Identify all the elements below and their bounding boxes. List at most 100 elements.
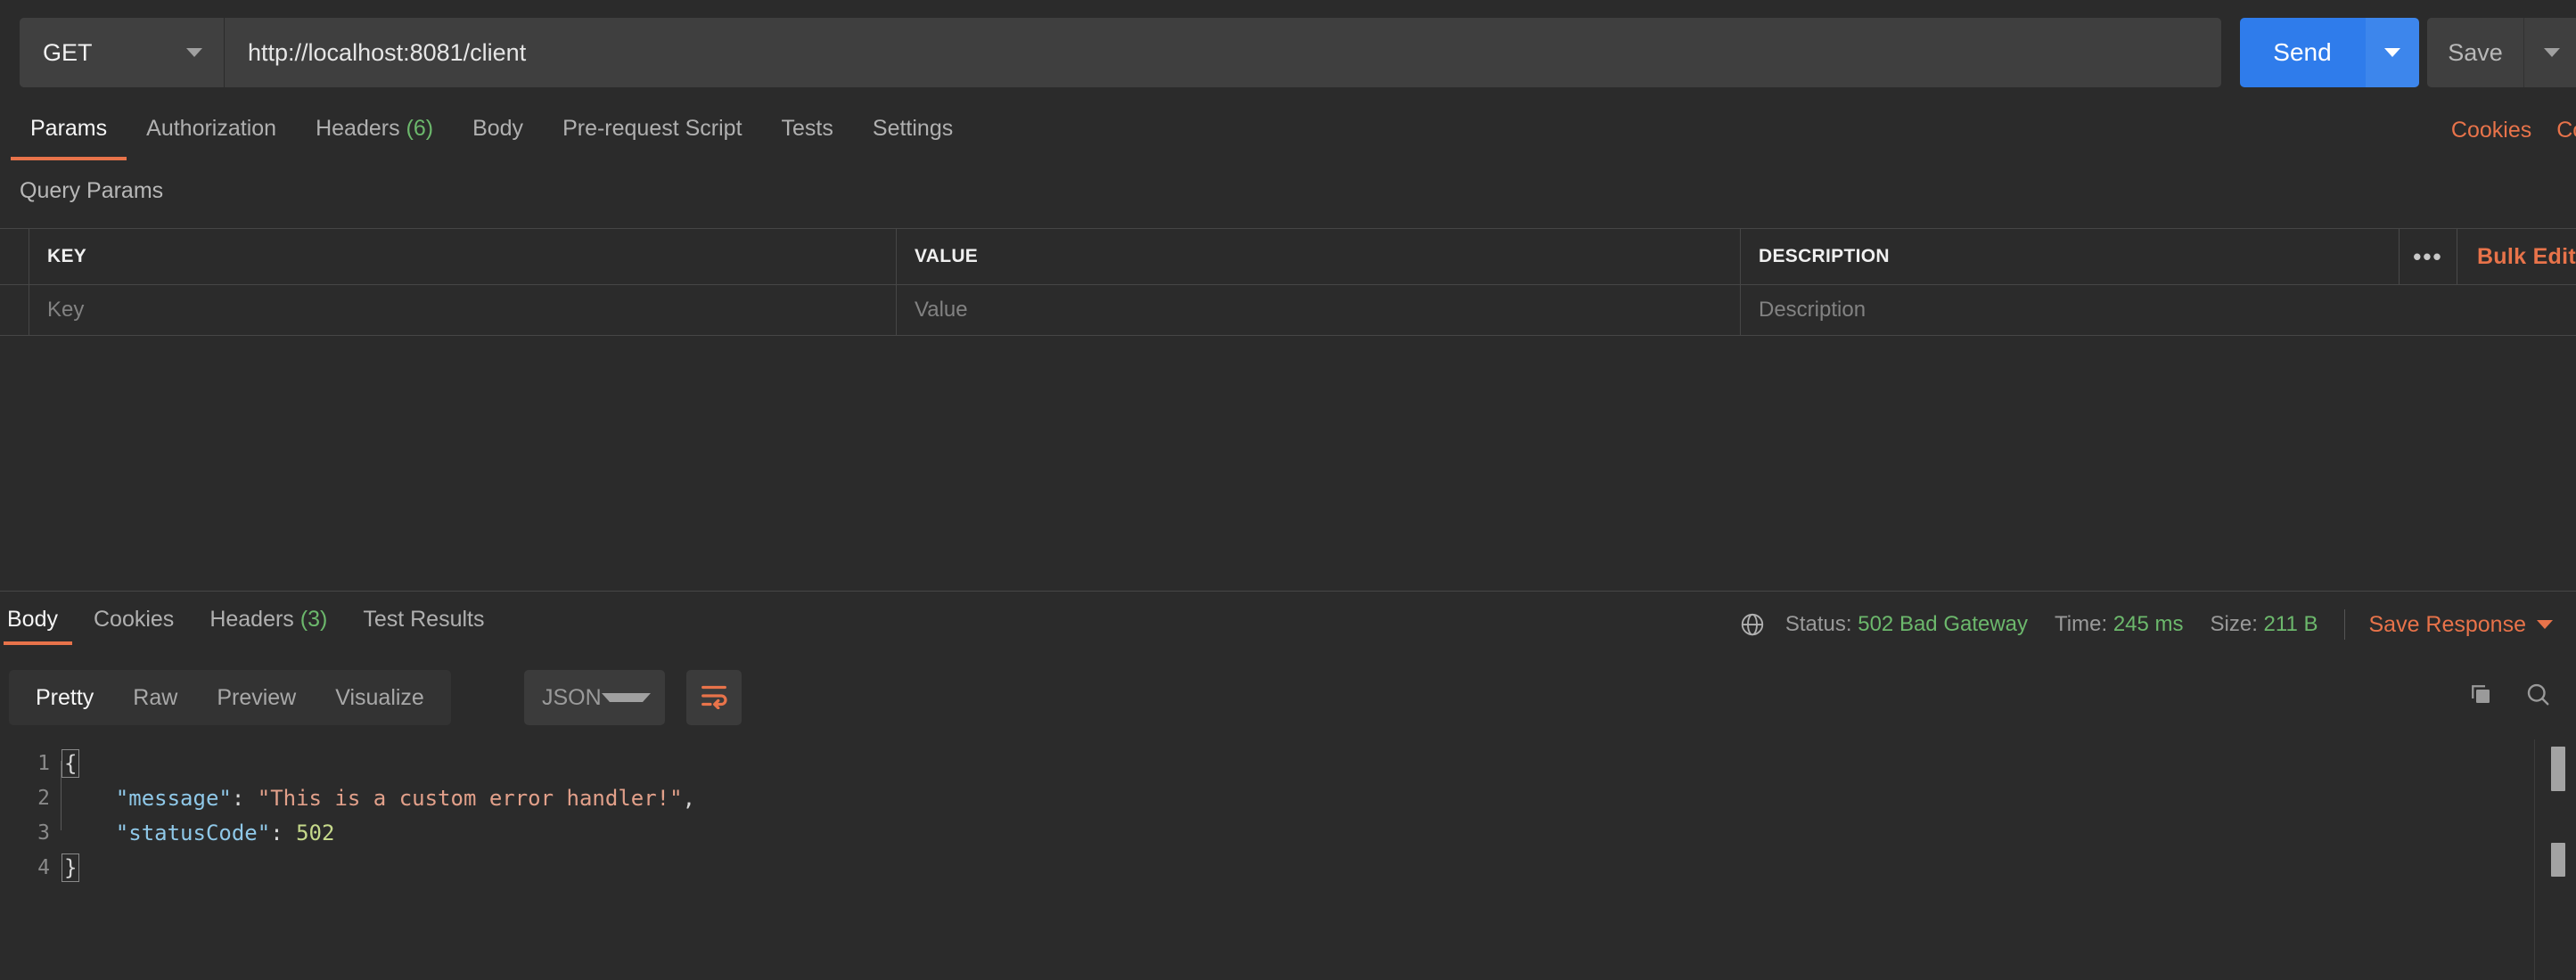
time-label: Time: — [2055, 612, 2108, 636]
tab-count-badge: (6) — [399, 116, 434, 141]
tab-settings[interactable]: Settings — [853, 105, 972, 160]
response-tab-body[interactable]: Body — [0, 592, 76, 665]
status-badge: Status: 502 Bad Gateway — [1785, 612, 2028, 637]
row-checkbox-cell[interactable] — [0, 285, 29, 335]
view-mode-pretty[interactable]: Pretty — [16, 670, 113, 725]
more-options-button[interactable]: ••• — [2398, 229, 2457, 284]
send-options-button[interactable] — [2365, 18, 2419, 87]
table-row: Key Value Description — [0, 285, 2576, 336]
tab-label: Settings — [872, 116, 954, 141]
param-value-input[interactable]: Value — [897, 285, 1741, 335]
send-button-group: Send — [2240, 18, 2419, 87]
table-header-row: KEY VALUE DESCRIPTION ••• Bulk Edit — [0, 228, 2576, 285]
code-line: 2 "message": "This is a custom error han… — [0, 781, 2576, 816]
search-icon[interactable] — [2524, 681, 2551, 707]
meta-divider — [2344, 609, 2346, 640]
response-tab-label: Body — [7, 607, 58, 632]
save-response-label: Save Response — [2368, 611, 2526, 637]
tab-params[interactable]: Params — [11, 105, 127, 160]
status-label: Status: — [1784, 612, 1852, 636]
line-number: 2 — [37, 787, 50, 810]
tab-label: Pre-request Script — [562, 116, 742, 141]
tab-tests[interactable]: Tests — [762, 105, 853, 160]
line-number: 1 — [37, 752, 50, 775]
scrollbar-thumb[interactable] — [2551, 747, 2565, 791]
code-token: "This is a custom error handler!" — [257, 786, 683, 811]
column-header-key: KEY — [29, 229, 897, 284]
tab-headers[interactable]: Headers (6) — [296, 105, 453, 160]
request-tab-bar: Params Authorization Headers (6) Body Pre-re… — [0, 105, 2576, 160]
scrollbar-mark[interactable] — [2551, 843, 2565, 877]
response-tab-label: Test Results — [363, 607, 485, 632]
response-body-toolbar: Pretty Raw Preview Visualize JSON — [0, 665, 2576, 732]
code-link[interactable]: Code — [2556, 118, 2576, 143]
body-scrollbar[interactable] — [2534, 739, 2576, 980]
column-header-value: VALUE — [897, 229, 1741, 284]
request-url-bar: GET http://localhost:8081/client Send Sa… — [0, 0, 2576, 105]
chevron-down-icon — [601, 693, 651, 702]
response-tab-bar: Body Cookies Headers (3) Test Results Statu… — [0, 592, 2576, 665]
column-header-description-label: DESCRIPTION — [1759, 246, 1890, 266]
send-button[interactable]: Send — [2240, 18, 2365, 87]
time-badge: Time: 245 ms — [2055, 612, 2183, 637]
param-key-input[interactable]: Key — [29, 285, 897, 335]
chevron-down-icon — [2537, 620, 2553, 629]
cookies-link[interactable]: Cookies — [2451, 118, 2531, 143]
code-line-text: } — [50, 851, 80, 886]
code-line: 3 "statusCode": 502 — [0, 816, 2576, 851]
column-header-description: DESCRIPTION ••• Bulk Edit — [1741, 229, 2576, 284]
tab-label: Tests — [781, 116, 833, 141]
chevron-down-icon — [186, 48, 202, 57]
http-method-select[interactable]: GET — [20, 18, 225, 87]
code-line: 1{ — [0, 747, 2576, 781]
response-tab-cookies[interactable]: Cookies — [76, 592, 192, 665]
word-wrap-icon — [699, 682, 729, 714]
line-number: 4 — [37, 856, 50, 879]
response-tab-headers[interactable]: Headers (3) — [192, 592, 345, 665]
copy-icon[interactable] — [2467, 681, 2494, 707]
bulk-edit-button[interactable]: Bulk Edit — [2456, 229, 2576, 284]
line-number: 3 — [37, 821, 50, 845]
size-badge: Size: 211 B — [2211, 612, 2318, 637]
postman-window: GET http://localhost:8081/client Send Sa… — [0, 0, 2576, 980]
request-tabbar-links: Cookies Code — [2451, 118, 2576, 143]
size-value: 211 B — [2263, 612, 2318, 636]
save-button-group: Save — [2427, 18, 2576, 87]
query-params-table: KEY VALUE DESCRIPTION ••• Bulk Edit Key … — [0, 228, 2576, 336]
code-line-text: "statusCode": 502 — [50, 816, 335, 851]
tab-label: Params — [30, 116, 108, 141]
size-label: Size: — [2210, 612, 2258, 636]
globe-icon — [1739, 611, 1766, 638]
query-params-title: Query Params — [20, 178, 164, 203]
response-tab-count-badge: (3) — [293, 607, 328, 632]
tab-pre-request-script[interactable]: Pre-request Script — [543, 105, 761, 160]
wrap-lines-button[interactable] — [686, 670, 742, 725]
save-options-button[interactable] — [2523, 18, 2576, 87]
view-mode-preview[interactable]: Preview — [197, 670, 316, 725]
code-token: { — [61, 749, 80, 778]
time-value: 245 ms — [2112, 612, 2184, 636]
response-tab-test-results[interactable]: Test Results — [345, 592, 502, 665]
body-view-mode-group: Pretty Raw Preview Visualize — [9, 670, 451, 725]
view-mode-visualize[interactable]: Visualize — [316, 670, 444, 725]
body-format-select[interactable]: JSON — [524, 670, 665, 725]
view-mode-raw[interactable]: Raw — [113, 670, 197, 725]
method-url-group: GET http://localhost:8081/client — [20, 18, 2221, 87]
code-token: 502 — [296, 821, 335, 845]
code-token: : — [231, 786, 258, 811]
tab-authorization[interactable]: Authorization — [127, 105, 296, 160]
tab-label: Authorization — [146, 116, 277, 141]
select-all-cell[interactable] — [0, 229, 29, 284]
tab-body[interactable]: Body — [453, 105, 543, 160]
param-description-input[interactable]: Description — [1741, 285, 2576, 335]
save-button[interactable]: Save — [2427, 18, 2523, 87]
code-token: } — [61, 853, 80, 882]
status-value: 502 Bad Gateway — [1858, 612, 2029, 636]
code-line-text: { — [50, 747, 80, 781]
request-url-input[interactable]: http://localhost:8081/client — [225, 18, 2221, 87]
response-body-code[interactable]: 1{2 "message": "This is a custom error h… — [0, 747, 2576, 980]
ellipsis-icon: ••• — [2413, 243, 2443, 270]
save-response-button[interactable]: Save Response — [2368, 612, 2553, 638]
